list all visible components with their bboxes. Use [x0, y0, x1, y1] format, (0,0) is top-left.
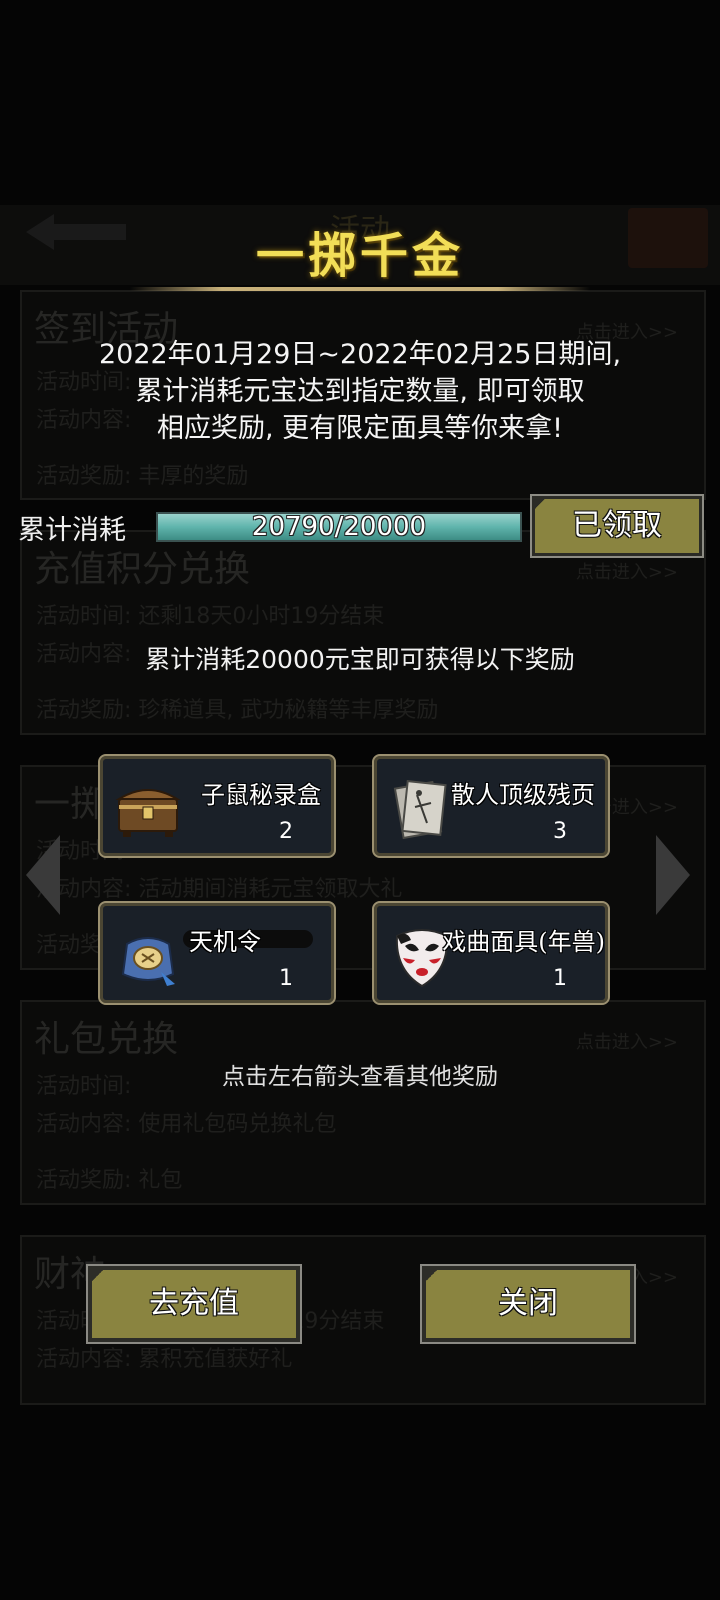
title-divider [130, 287, 590, 291]
bg-card-enter-link[interactable]: 点击进入>> [576, 558, 678, 584]
reward-count: 1 [553, 966, 567, 991]
panel-title: 一掷千金 [255, 228, 464, 284]
progress-bar: 20790/20000 [156, 512, 522, 542]
bg-card-line: 活动内容: 累积充值获好礼 [36, 1347, 293, 1372]
reward-count: 2 [279, 819, 293, 844]
bg-card-recharge-points[interactable]: 充值积分兑换 点击进入>> 活动时间: 还剩18天0小时19分结束 活动内容: … [20, 530, 706, 735]
reward-item[interactable]: 子鼠秘录盒 2 [98, 754, 336, 858]
bg-card-title: 礼包兑换 [34, 1019, 179, 1060]
reward-name: 天机令 [189, 928, 261, 956]
bg-card-line: 活动时间: 还剩18天0小时19分结束 [36, 604, 385, 629]
bg-card-enter-link[interactable]: 点击进入>> [576, 1028, 678, 1054]
bg-card-line: 活动内容: 活动期间消耗元宝领取大礼 [36, 877, 403, 902]
bg-card-line: 活动奖励: 珍稀道具, 武功秘籍等丰厚奖励 [36, 698, 439, 723]
reward-name: 子鼠秘录盒 [201, 781, 321, 809]
reward-item[interactable]: 戏曲面具(年兽) 1 [372, 901, 610, 1005]
description-line: 2022年01月29日~2022年02月25日期间, [98, 339, 622, 370]
reward-item[interactable]: 散人顶级残页 3 [372, 754, 610, 858]
recharge-button[interactable]: 去充值 [86, 1264, 302, 1344]
treasure-chest-icon [115, 789, 181, 837]
description-line: 累计消耗元宝达到指定数量, 即可领取 [135, 376, 585, 407]
progress-text: 20790/20000 [251, 512, 427, 542]
reward-name: 戏曲面具(年兽) [442, 928, 605, 956]
reward-count: 3 [553, 819, 567, 844]
bg-card-line: 活动奖励: 丰厚的奖励 [36, 464, 249, 489]
reward-item[interactable]: 天机令 1 [98, 901, 336, 1005]
bg-card-gift-code[interactable]: 礼包兑换 点击进入>> 活动时间: 活动内容: 使用礼包码兑换礼包 活动奖励: … [20, 1000, 706, 1205]
event-description: 2022年01月29日~2022年02月25日期间, 累计消耗元宝达到指定数量,… [40, 336, 680, 447]
reward-count: 1 [279, 966, 293, 991]
bg-card-line: 活动内容: 使用礼包码兑换礼包 [36, 1112, 337, 1137]
token-pouch-icon [121, 937, 175, 986]
reward-requirement-note: 累计消耗20000元宝即可获得以下奖励 [145, 645, 575, 674]
claimed-button[interactable]: 已领取 [530, 494, 704, 558]
reward-name: 散人顶级残页 [451, 781, 595, 809]
bg-card-title: 一掷 [34, 784, 107, 825]
bg-card-line: 活动奖励: 礼包 [36, 1168, 183, 1193]
bg-card-title: 充值积分兑换 [34, 549, 251, 590]
navigation-hint: 点击左右箭头查看其他奖励 [222, 1064, 498, 1090]
close-button[interactable]: 关闭 [420, 1264, 636, 1344]
description-line: 相应奖励, 更有限定面具等你来拿! [157, 413, 563, 444]
previous-reward-arrow-icon[interactable] [24, 835, 64, 915]
scroll-pages-icon [393, 780, 447, 840]
next-reward-arrow-icon[interactable] [652, 835, 692, 915]
progress-label: 累计消耗 [18, 515, 126, 546]
